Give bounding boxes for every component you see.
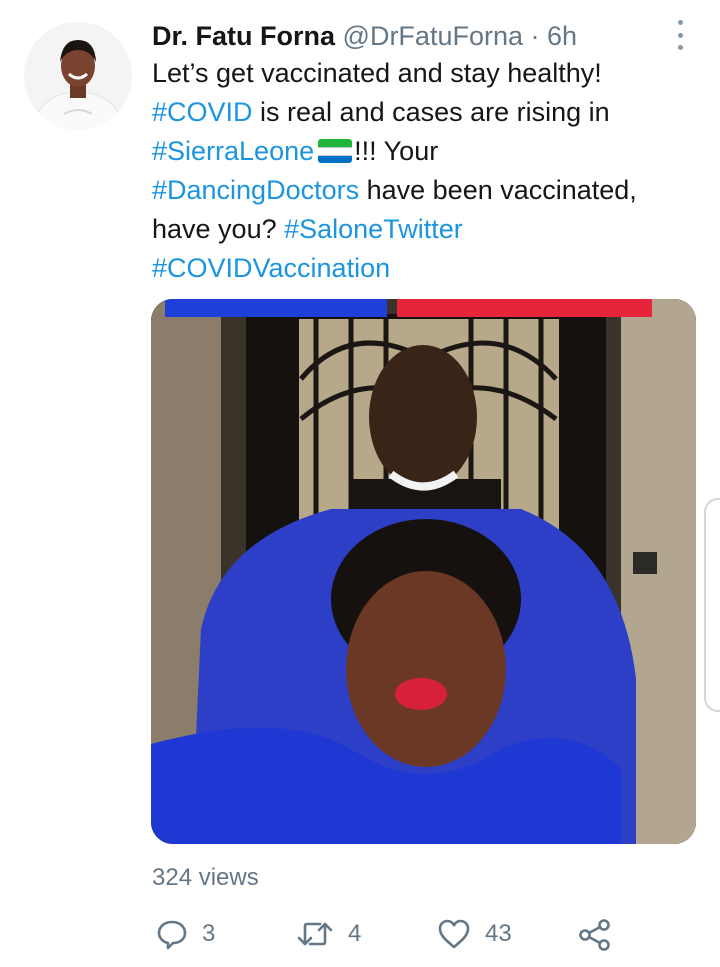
author-name[interactable]: Dr. Fatu Forna (152, 21, 335, 51)
share-button[interactable] (578, 918, 612, 952)
heart-icon (438, 919, 470, 949)
tweet-actions: 3 4 43 (0, 918, 720, 956)
share-icon (579, 919, 610, 951)
video-frame-image (151, 299, 696, 844)
tweet-text: Let’s get vaccinated and stay healthy! #… (152, 54, 712, 288)
sierra-leone-flag-icon (318, 139, 353, 163)
text-segment: have been vaccinated, (359, 175, 637, 205)
scroll-handle[interactable] (704, 498, 720, 712)
retweet-button[interactable]: 4 (296, 918, 361, 950)
retweet-icon (297, 922, 333, 946)
text-line: Let’s get vaccinated and stay healthy! (152, 58, 602, 88)
text-segment: have you? (152, 214, 285, 244)
author-handle[interactable]: @DrFatuForna (343, 21, 523, 51)
view-count: 324 views (152, 864, 259, 891)
like-count: 43 (485, 920, 512, 947)
header-separator: · (530, 21, 540, 51)
hashtag-salonetwitter[interactable]: #SaloneTwitter (284, 214, 463, 244)
reply-icon (157, 920, 187, 950)
hashtag-covidvaccination[interactable]: #COVIDVaccination (152, 253, 390, 283)
text-segment: !!! Your (354, 136, 439, 166)
retweet-count: 4 (348, 920, 362, 947)
tweet-video[interactable] (151, 299, 696, 844)
text-segment: is real and cases are rising in (252, 97, 610, 127)
tweet[interactable]: Dr. Fatu Forna @DrFatuForna · 6h Let’s g… (0, 0, 720, 967)
hashtag-sierraleone[interactable]: #SierraLeone (152, 136, 314, 166)
reply-button[interactable]: 3 (156, 918, 215, 950)
more-options-icon[interactable] (668, 20, 692, 50)
avatar-image (24, 22, 132, 130)
hashtag-covid[interactable]: #COVID (152, 97, 253, 127)
hashtag-dancingdoctors[interactable]: #DancingDoctors (152, 175, 359, 205)
like-button[interactable]: 43 (437, 918, 512, 950)
tweet-header: Dr. Fatu Forna @DrFatuForna · 6h (152, 18, 577, 54)
reply-count: 3 (202, 920, 216, 947)
author-avatar[interactable] (24, 22, 132, 130)
tweet-timestamp[interactable]: 6h (547, 21, 577, 51)
